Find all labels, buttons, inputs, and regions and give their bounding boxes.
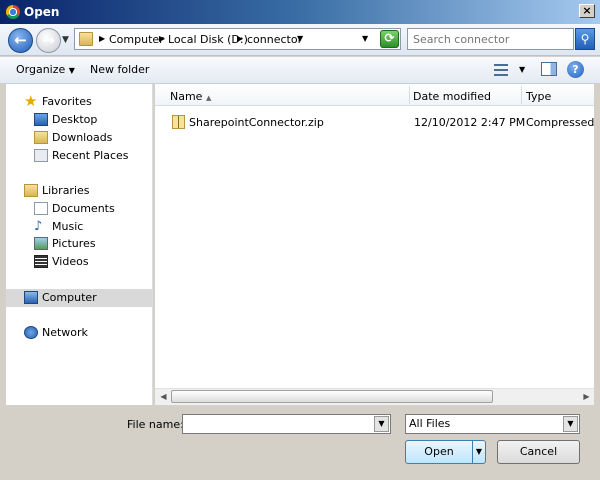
- title-bar: Open ×: [0, 0, 600, 24]
- breadcrumb-arrow-icon[interactable]: ▶: [237, 34, 243, 43]
- sidebar-item-music[interactable]: ♪ Music: [34, 218, 144, 236]
- network-icon: [24, 326, 38, 339]
- navigation-pane[interactable]: ★ Favorites Desktop Downloads Recent Pla…: [6, 84, 153, 405]
- column-name[interactable]: Name ▲: [170, 90, 211, 103]
- sidebar-item-libraries[interactable]: Libraries: [24, 182, 144, 200]
- breadcrumb-local-disk[interactable]: Local Disk (D:): [168, 33, 248, 46]
- preview-pane-icon[interactable]: [541, 62, 557, 76]
- breadcrumb-connector[interactable]: connector: [247, 33, 302, 46]
- file-name-input[interactable]: [185, 417, 371, 431]
- window-bottom-edge: [0, 474, 600, 480]
- folder-icon: [79, 32, 93, 46]
- address-dropdown-icon[interactable]: ▼: [362, 34, 368, 43]
- sidebar-item-documents[interactable]: Documents: [34, 200, 144, 218]
- file-name-combobox[interactable]: ▼: [182, 414, 391, 434]
- window-title: Open: [24, 5, 60, 19]
- column-type[interactable]: Type: [526, 90, 551, 103]
- music-icon: ♪: [34, 219, 43, 234]
- back-arrow-icon: ←: [14, 31, 27, 49]
- back-button[interactable]: ←: [8, 28, 33, 53]
- open-options-dropdown-icon[interactable]: ▼: [472, 441, 485, 463]
- open-label: Open: [424, 445, 454, 458]
- new-folder-button[interactable]: New folder: [90, 63, 149, 76]
- file-date-cell: 12/10/2012 2:47 PM: [414, 116, 526, 129]
- pictures-icon: [34, 237, 48, 250]
- forward-button[interactable]: →: [36, 28, 61, 53]
- organize-button[interactable]: Organize ▼: [16, 63, 75, 76]
- forward-arrow-icon: →: [42, 31, 55, 49]
- chevron-down-icon: ▼: [68, 66, 75, 75]
- address-bar[interactable]: ▶ Computer ▶ Local Disk (D:) ▶ connector…: [74, 28, 401, 50]
- star-icon: ★: [24, 92, 38, 110]
- sidebar-item-computer[interactable]: Computer: [6, 289, 152, 307]
- sidebar-item-desktop[interactable]: Desktop: [34, 111, 144, 129]
- chrome-icon: [6, 5, 20, 19]
- sidebar-item-videos[interactable]: Videos: [34, 253, 144, 271]
- breadcrumb-arrow-icon[interactable]: ▶: [99, 34, 105, 43]
- view-options-icon[interactable]: [494, 64, 508, 76]
- file-name-label: File name:: [127, 418, 184, 431]
- file-type-cell: Compressed (zip: [526, 116, 594, 129]
- breadcrumb-arrow-icon[interactable]: ▶: [159, 34, 165, 43]
- breadcrumb-arrow-icon[interactable]: ▼: [297, 34, 303, 43]
- computer-icon: [24, 291, 38, 304]
- column-divider[interactable]: [409, 86, 410, 104]
- downloads-icon: [34, 131, 48, 144]
- column-date-modified[interactable]: Date modified: [413, 90, 491, 103]
- search-input[interactable]: [407, 28, 574, 50]
- sidebar-item-favorites[interactable]: ★ Favorites: [24, 93, 144, 111]
- zip-folder-icon: [172, 115, 185, 129]
- help-icon[interactable]: ?: [567, 61, 584, 78]
- documents-icon: [34, 202, 48, 215]
- chevron-down-icon[interactable]: ▼: [374, 416, 389, 432]
- view-dropdown-icon[interactable]: ▼: [519, 65, 525, 74]
- videos-icon: [34, 255, 48, 268]
- search-icon[interactable]: ⚲: [575, 28, 595, 50]
- sidebar-item-pictures[interactable]: Pictures: [34, 235, 144, 253]
- file-list[interactable]: [155, 84, 594, 405]
- cancel-button[interactable]: Cancel: [497, 440, 580, 464]
- scroll-right-icon[interactable]: ▶: [580, 390, 593, 403]
- recent-locations-dropdown-icon[interactable]: ▼: [62, 35, 69, 45]
- libraries-icon: [24, 184, 38, 197]
- scroll-left-icon[interactable]: ◀: [157, 390, 170, 403]
- column-divider[interactable]: [521, 86, 522, 104]
- sidebar-item-network[interactable]: Network: [24, 324, 144, 342]
- organize-label: Organize: [16, 63, 66, 76]
- sidebar-item-recent-places[interactable]: Recent Places: [34, 147, 144, 165]
- file-name-cell[interactable]: SharepointConnector.zip: [189, 116, 324, 129]
- scrollbar-thumb[interactable]: [171, 390, 493, 403]
- file-type-filter[interactable]: All Files ▼: [405, 414, 580, 434]
- file-type-filter-value: All Files: [409, 417, 451, 430]
- recent-places-icon: [34, 149, 48, 162]
- sort-ascending-icon: ▲: [205, 94, 212, 102]
- breadcrumb-computer[interactable]: Computer: [109, 33, 164, 46]
- close-button[interactable]: ×: [579, 4, 595, 18]
- refresh-button[interactable]: ⟳: [380, 30, 399, 48]
- chevron-down-icon[interactable]: ▼: [563, 416, 578, 432]
- sidebar-item-downloads[interactable]: Downloads: [34, 129, 144, 147]
- desktop-icon: [34, 113, 48, 126]
